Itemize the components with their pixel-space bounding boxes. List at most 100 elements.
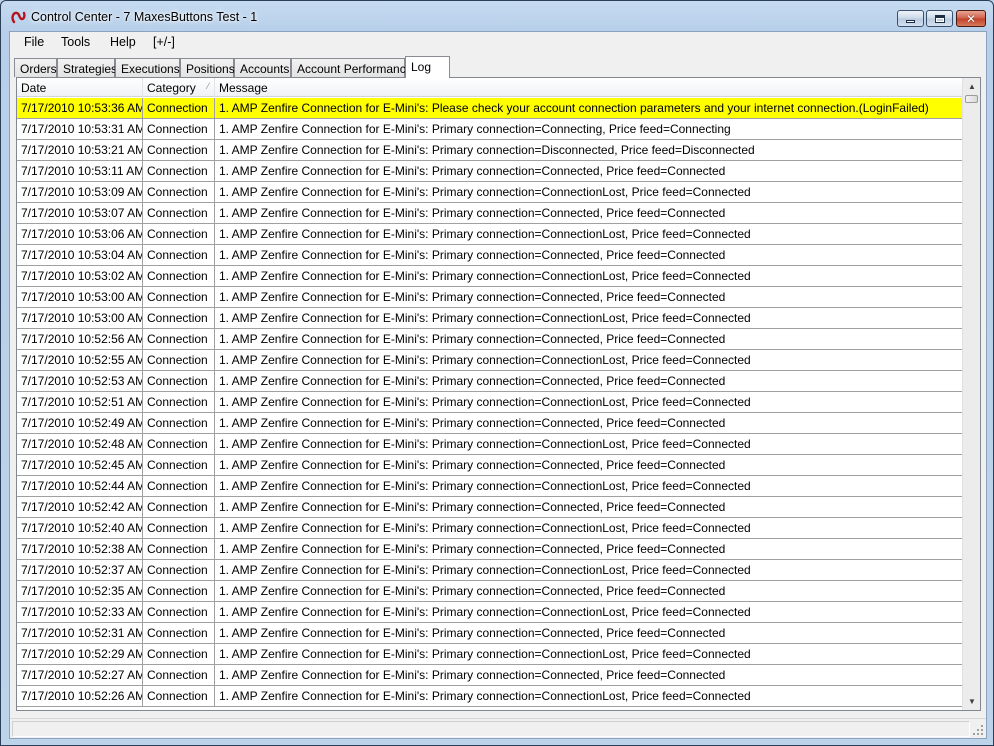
log-row[interactable]: 7/17/2010 10:53:36 AM Connection 1. AMP Ze… bbox=[17, 98, 962, 119]
log-category-cell: Connection bbox=[143, 518, 215, 538]
close-button[interactable]: ✕ bbox=[956, 10, 986, 27]
tab-positions[interactable]: Positions bbox=[180, 58, 235, 77]
log-row[interactable]: 7/17/2010 10:52:26 AM Connection 1. AMP Ze… bbox=[17, 686, 962, 707]
log-message-cell: 1. AMP Zenfire Connection for E-Mini's: … bbox=[219, 521, 751, 535]
title-bar[interactable]: Control Center - 7 MaxesButtons Test - 1… bbox=[1, 1, 993, 31]
log-row[interactable]: 7/17/2010 10:52:55 AM Connection 1. AMP Ze… bbox=[17, 350, 962, 371]
log-category-cell: Connection bbox=[143, 560, 215, 580]
tab-orders[interactable]: Orders bbox=[14, 58, 57, 77]
resize-grip-icon[interactable] bbox=[972, 724, 984, 736]
log-row[interactable]: 7/17/2010 10:53:07 AM Connection 1. AMP Ze… bbox=[17, 203, 962, 224]
log-category-cell: Connection bbox=[143, 371, 215, 391]
log-category-cell: Connection bbox=[143, 98, 215, 118]
column-header-message[interactable]: Message bbox=[215, 78, 962, 97]
menu-bar: File Tools Help [+/-] bbox=[10, 32, 986, 53]
log-category-cell: Connection bbox=[143, 308, 215, 328]
maximize-button[interactable] bbox=[926, 10, 953, 27]
log-row[interactable]: 7/17/2010 10:52:42 AM Connection 1. AMP Ze… bbox=[17, 497, 962, 518]
log-date-cell: 7/17/2010 10:53:00 AM bbox=[17, 287, 143, 307]
log-message-cell: 1. AMP Zenfire Connection for E-Mini's: … bbox=[219, 311, 751, 325]
log-message-cell: 1. AMP Zenfire Connection for E-Mini's: … bbox=[219, 458, 726, 472]
log-date-cell: 7/17/2010 10:52:55 AM bbox=[17, 350, 143, 370]
column-header-category[interactable]: Category ⁄ bbox=[143, 78, 215, 97]
minimize-button[interactable] bbox=[897, 10, 924, 27]
log-message-cell: 1. AMP Zenfire Connection for E-Mini's: … bbox=[219, 689, 751, 703]
menu-toggle-plus-minus[interactable]: [+/-] bbox=[149, 34, 179, 50]
log-row[interactable]: 7/17/2010 10:53:02 AM Connection 1. AMP Ze… bbox=[17, 266, 962, 287]
menu-tools[interactable]: Tools bbox=[57, 34, 94, 50]
tab-strip: Orders Strategies Executions Positions A… bbox=[14, 56, 984, 78]
scroll-up-button[interactable]: ▲ bbox=[963, 78, 980, 95]
log-row[interactable]: 7/17/2010 10:53:21 AM Connection 1. AMP Ze… bbox=[17, 140, 962, 161]
log-message-cell: 1. AMP Zenfire Connection for E-Mini's: … bbox=[219, 647, 751, 661]
log-row[interactable]: 7/17/2010 10:53:11 AM Connection 1. AMP Ze… bbox=[17, 161, 962, 182]
tab-accounts[interactable]: Accounts bbox=[234, 58, 291, 77]
log-category-cell: Connection bbox=[143, 224, 215, 244]
log-date-cell: 7/17/2010 10:52:42 AM bbox=[17, 497, 143, 517]
log-date-cell: 7/17/2010 10:52:53 AM bbox=[17, 371, 143, 391]
log-date-cell: 7/17/2010 10:52:40 AM bbox=[17, 518, 143, 538]
log-row[interactable]: 7/17/2010 10:52:35 AM Connection 1. AMP Ze… bbox=[17, 581, 962, 602]
log-category-cell: Connection bbox=[143, 581, 215, 601]
log-row[interactable]: 7/17/2010 10:53:31 AM Connection 1. AMP Ze… bbox=[17, 119, 962, 140]
log-date-cell: 7/17/2010 10:52:26 AM bbox=[17, 686, 143, 706]
log-row[interactable]: 7/17/2010 10:53:00 AM Connection 1. AMP Ze… bbox=[17, 287, 962, 308]
menu-file[interactable]: File bbox=[20, 34, 48, 50]
log-row[interactable]: 7/17/2010 10:52:49 AM Connection 1. AMP Ze… bbox=[17, 413, 962, 434]
log-row[interactable]: 7/17/2010 10:52:44 AM Connection 1. AMP Ze… bbox=[17, 476, 962, 497]
log-message-cell: 1. AMP Zenfire Connection for E-Mini's: … bbox=[219, 248, 726, 262]
tab-executions[interactable]: Executions bbox=[115, 58, 180, 77]
log-category-cell: Connection bbox=[143, 266, 215, 286]
log-message-cell: 1. AMP Zenfire Connection for E-Mini's: … bbox=[219, 563, 751, 577]
log-row[interactable]: 7/17/2010 10:52:48 AM Connection 1. AMP Ze… bbox=[17, 434, 962, 455]
status-panel bbox=[12, 721, 970, 737]
log-category-cell: Connection bbox=[143, 287, 215, 307]
log-message-cell: 1. AMP Zenfire Connection for E-Mini's: … bbox=[219, 101, 929, 115]
log-category-cell: Connection bbox=[143, 329, 215, 349]
log-row[interactable]: 7/17/2010 10:52:29 AM Connection 1. AMP Ze… bbox=[17, 644, 962, 665]
log-row[interactable]: 7/17/2010 10:52:40 AM Connection 1. AMP Ze… bbox=[17, 518, 962, 539]
log-row[interactable]: 7/17/2010 10:52:56 AM Connection 1. AMP Ze… bbox=[17, 329, 962, 350]
log-date-cell: 7/17/2010 10:53:07 AM bbox=[17, 203, 143, 223]
log-date-cell: 7/17/2010 10:52:29 AM bbox=[17, 644, 143, 664]
log-row[interactable]: 7/17/2010 10:52:33 AM Connection 1. AMP Ze… bbox=[17, 602, 962, 623]
tab-account-performance[interactable]: Account Performance bbox=[291, 58, 412, 77]
log-row[interactable]: 7/17/2010 10:52:31 AM Connection 1. AMP Ze… bbox=[17, 623, 962, 644]
log-date-cell: 7/17/2010 10:52:51 AM bbox=[17, 392, 143, 412]
log-date-cell: 7/17/2010 10:53:36 AM bbox=[17, 98, 143, 118]
log-row[interactable]: 7/17/2010 10:52:37 AM Connection 1. AMP Ze… bbox=[17, 560, 962, 581]
log-row[interactable]: 7/17/2010 10:52:45 AM Connection 1. AMP Ze… bbox=[17, 455, 962, 476]
log-row[interactable]: 7/17/2010 10:52:27 AM Connection 1. AMP Ze… bbox=[17, 665, 962, 686]
column-header-date[interactable]: Date bbox=[17, 78, 143, 97]
log-message-cell: 1. AMP Zenfire Connection for E-Mini's: … bbox=[219, 290, 726, 304]
log-category-cell: Connection bbox=[143, 623, 215, 643]
menu-help[interactable]: Help bbox=[106, 34, 140, 50]
tab-log[interactable]: Log bbox=[405, 56, 450, 78]
log-category-cell: Connection bbox=[143, 161, 215, 181]
log-date-cell: 7/17/2010 10:52:44 AM bbox=[17, 476, 143, 496]
log-row[interactable]: 7/17/2010 10:53:00 AM Connection 1. AMP Ze… bbox=[17, 308, 962, 329]
log-date-cell: 7/17/2010 10:52:37 AM bbox=[17, 560, 143, 580]
maximize-icon bbox=[934, 14, 945, 23]
log-row[interactable]: 7/17/2010 10:53:04 AM Connection 1. AMP Ze… bbox=[17, 245, 962, 266]
log-message-cell: 1. AMP Zenfire Connection for E-Mini's: … bbox=[219, 332, 726, 346]
log-category-cell: Connection bbox=[143, 119, 215, 139]
tab-strategies[interactable]: Strategies bbox=[57, 58, 117, 77]
column-header-category-label: Category bbox=[147, 81, 196, 95]
window-title: Control Center - 7 MaxesButtons Test - 1 bbox=[31, 10, 258, 24]
log-date-cell: 7/17/2010 10:53:02 AM bbox=[17, 266, 143, 286]
scrollbar-thumb[interactable] bbox=[965, 95, 978, 103]
log-date-cell: 7/17/2010 10:53:09 AM bbox=[17, 182, 143, 202]
control-center-window: Control Center - 7 MaxesButtons Test - 1… bbox=[0, 0, 994, 746]
log-row[interactable]: 7/17/2010 10:53:09 AM Connection 1. AMP Ze… bbox=[17, 182, 962, 203]
log-row[interactable]: 7/17/2010 10:52:51 AM Connection 1. AMP Ze… bbox=[17, 392, 962, 413]
log-message-cell: 1. AMP Zenfire Connection for E-Mini's: … bbox=[219, 206, 726, 220]
log-category-cell: Connection bbox=[143, 665, 215, 685]
ninja-logo-icon bbox=[11, 11, 26, 24]
log-row[interactable]: 7/17/2010 10:52:53 AM Connection 1. AMP Ze… bbox=[17, 371, 962, 392]
log-row[interactable]: 7/17/2010 10:52:38 AM Connection 1. AMP Ze… bbox=[17, 539, 962, 560]
log-row[interactable]: 7/17/2010 10:53:06 AM Connection 1. AMP Ze… bbox=[17, 224, 962, 245]
scroll-down-button[interactable]: ▼ bbox=[963, 693, 980, 710]
log-category-cell: Connection bbox=[143, 392, 215, 412]
vertical-scrollbar[interactable]: ▲ ▼ bbox=[962, 78, 980, 710]
